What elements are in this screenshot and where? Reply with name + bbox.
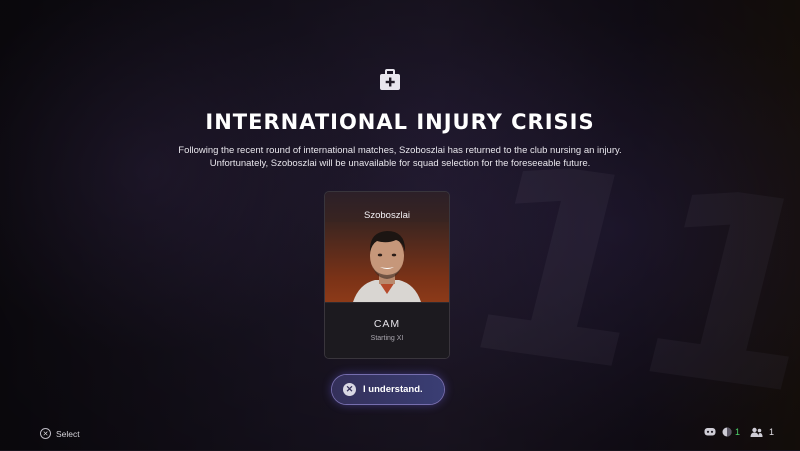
injury-description: Following the recent round of internatio… <box>120 144 680 170</box>
player-portrait-art <box>353 231 421 302</box>
player-position: CAM <box>373 318 401 330</box>
description-line-1: Following the recent round of internatio… <box>178 145 622 156</box>
page-title: INTERNATIONAL INJURY CRISIS <box>205 110 595 134</box>
player-name: Szoboszlai <box>325 192 449 224</box>
ball-count: 1 <box>734 427 740 437</box>
players-count: 1 <box>768 427 774 437</box>
i-understand-label: I understand. <box>363 384 423 395</box>
player-card-footer <box>325 302 449 358</box>
player-card: Szoboszlai CAM Starting XI <box>324 191 450 359</box>
players-icon <box>750 427 763 437</box>
cross-button-icon: ✕ <box>40 428 51 439</box>
player-portrait <box>325 222 449 302</box>
ball-indicator: 1 <box>722 427 740 437</box>
ball-icon <box>722 427 732 437</box>
controller-indicator <box>704 427 716 437</box>
description-line-2: Unfortunately, Szoboszlai will be unavai… <box>209 158 591 169</box>
cross-button-icon: ✕ <box>343 383 356 396</box>
status-indicators: 1 1 <box>698 427 774 437</box>
select-hint: ✕ Select <box>40 428 80 439</box>
controller-icon <box>704 428 716 436</box>
i-understand-button[interactable]: ✕ I understand. <box>332 375 444 404</box>
medkit-icon <box>380 69 400 90</box>
select-label: Select <box>56 428 80 439</box>
players-indicator: 1 <box>750 427 774 437</box>
player-status: Starting XI <box>370 335 404 342</box>
